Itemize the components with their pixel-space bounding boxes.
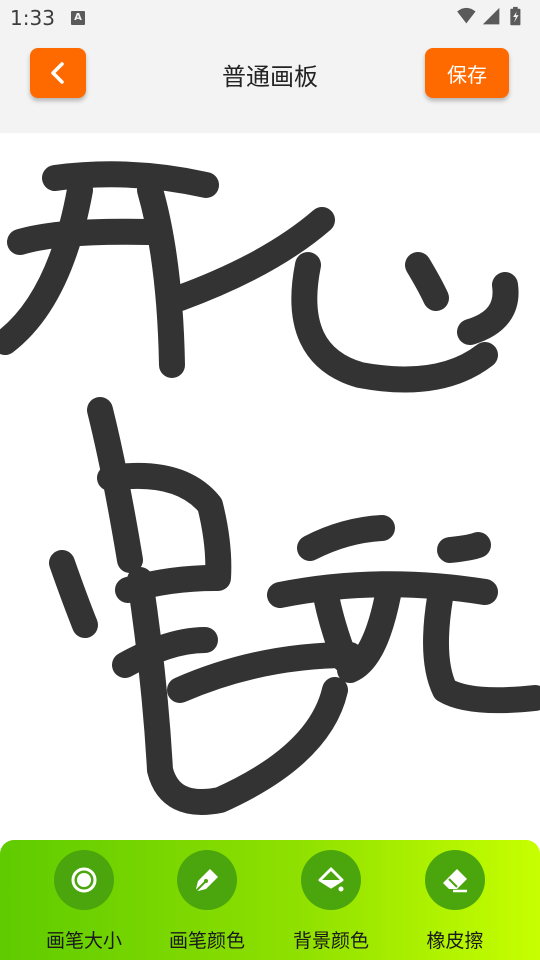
stroke: [423, 585, 540, 714]
tool-label: 背景颜色: [292, 930, 369, 952]
header: 普通画板 保存: [0, 36, 540, 133]
tool-brush-size[interactable]: 画笔大小: [24, 850, 144, 953]
tool-label: 画笔大小: [45, 930, 122, 952]
notification-icon: A: [71, 11, 85, 25]
stroke: [7, 218, 161, 255]
eraser-icon: [425, 850, 485, 910]
stroke: [312, 577, 358, 673]
paint-bucket-icon: [301, 850, 361, 910]
status-time: 1:33: [10, 6, 55, 30]
stroke: [297, 515, 395, 561]
bottom-toolbar: 画笔大小 画笔颜色 背景颜色 橡皮擦: [0, 840, 540, 960]
status-bar: 1:33 A: [0, 0, 540, 36]
tool-label: 橡皮擦: [426, 930, 484, 952]
drawing-canvas[interactable]: [0, 133, 540, 840]
stroke: [337, 582, 401, 683]
signal-icon: [482, 7, 500, 25]
save-button[interactable]: 保存: [425, 48, 509, 98]
stroke: [49, 550, 98, 638]
brush-size-icon: [54, 850, 114, 910]
tool-brush-color[interactable]: 画笔颜色: [147, 850, 267, 953]
stroke: [437, 532, 491, 563]
stroke: [137, 177, 185, 378]
stroke: [291, 252, 498, 393]
stroke: [457, 272, 519, 345]
stroke: [405, 252, 449, 311]
tool-label: 画笔颜色: [168, 930, 245, 952]
wifi-icon: [457, 7, 476, 24]
tool-background-color[interactable]: 背景颜色: [271, 850, 391, 953]
battery-icon: [510, 6, 521, 26]
handwriting-strokes: [0, 161, 540, 815]
stroke: [0, 177, 93, 355]
tool-eraser[interactable]: 橡皮擦: [395, 850, 515, 953]
pen-icon: [177, 850, 237, 910]
status-icons: [457, 6, 521, 26]
